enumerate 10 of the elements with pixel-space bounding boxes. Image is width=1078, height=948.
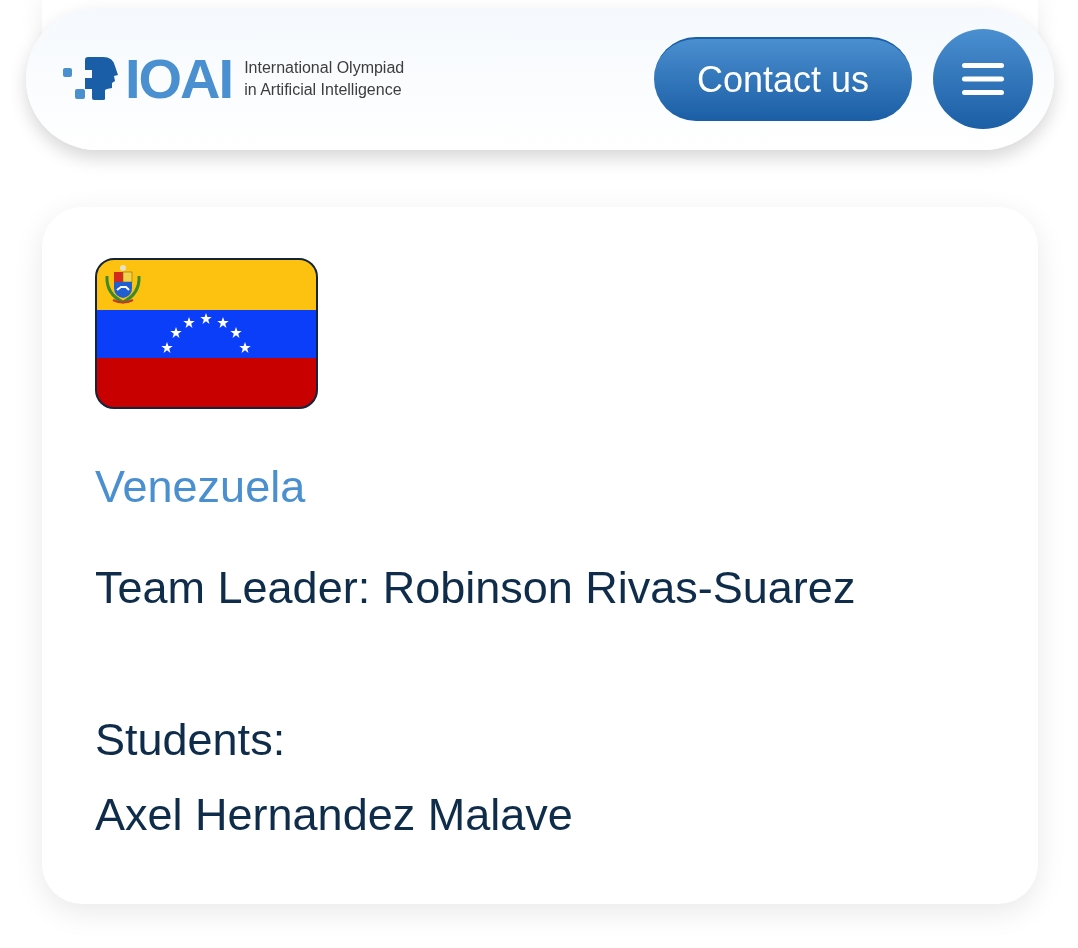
student-name: Axel Hernandez Malave xyxy=(95,788,574,842)
menu-icon xyxy=(962,63,1004,95)
flag-icon xyxy=(95,258,318,409)
logo-tagline: International Olympiad in Artificial Intelligence xyxy=(244,58,405,100)
students-label: Students: xyxy=(95,713,287,767)
head-icon xyxy=(63,57,119,101)
contact-button[interactable]: Contact us xyxy=(654,37,912,121)
team-leader-text: Team Leader: Robinson Rivas-Suarez xyxy=(95,561,857,615)
logo-wordmark: IOAI xyxy=(125,51,233,107)
country-name: Venezuela xyxy=(95,460,307,514)
